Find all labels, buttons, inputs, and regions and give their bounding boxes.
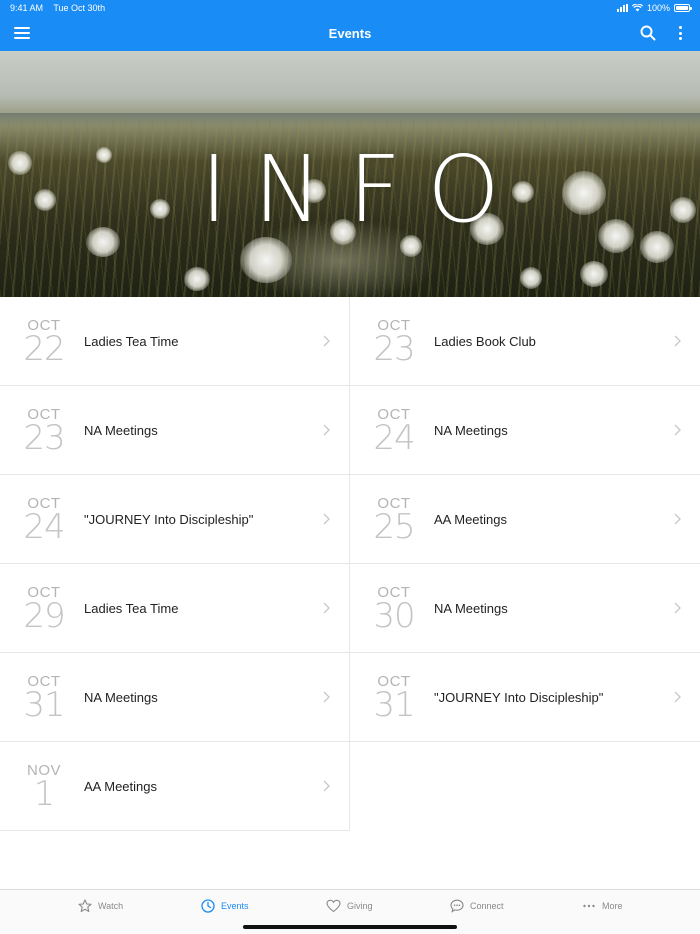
event-item[interactable]: OCT 25 AA Meetings — [350, 475, 700, 564]
clock-icon — [201, 899, 215, 913]
status-bar: 9:41 AM Tue Oct 30th 100% — [0, 0, 700, 16]
event-item[interactable]: OCT 22 Ladies Tea Time — [0, 297, 350, 386]
top-bar: 9:41 AM Tue Oct 30th 100% Events — [0, 0, 700, 51]
page-title: Events — [328, 26, 372, 41]
chevron-right-icon — [323, 513, 330, 525]
hero-banner: INFO — [0, 51, 700, 297]
event-item[interactable]: OCT 24 NA Meetings — [350, 386, 700, 475]
star-icon — [78, 899, 92, 913]
tab-label: Giving — [347, 901, 373, 911]
event-day: 23 — [373, 329, 415, 369]
event-day: 31 — [373, 685, 415, 725]
event-day: 1 — [33, 774, 56, 814]
tab-label: More — [602, 901, 623, 911]
event-day: 29 — [23, 596, 65, 636]
event-day: 24 — [373, 418, 415, 458]
cellular-signal-icon — [616, 4, 628, 12]
event-item[interactable]: OCT 29 Ladies Tea Time — [0, 564, 350, 653]
event-title: Ladies Tea Time — [84, 334, 179, 349]
event-item[interactable]: OCT 31 NA Meetings — [0, 653, 350, 742]
event-item[interactable]: OCT 30 NA Meetings — [350, 564, 700, 653]
chevron-right-icon — [323, 691, 330, 703]
chevron-right-icon — [323, 335, 330, 347]
ellipsis-icon — [583, 904, 595, 908]
status-time: 9:41 AM — [10, 3, 44, 13]
battery-icon — [674, 4, 692, 12]
event-title: Ladies Tea Time — [84, 601, 179, 616]
chevron-right-icon — [323, 424, 330, 436]
more-options-icon[interactable] — [676, 25, 684, 41]
event-title: AA Meetings — [84, 779, 157, 794]
heart-icon — [326, 899, 341, 913]
tab-events[interactable]: Events — [201, 899, 249, 913]
event-title: NA Meetings — [434, 601, 508, 616]
event-title: NA Meetings — [84, 423, 158, 438]
home-indicator — [243, 925, 457, 929]
event-item[interactable]: NOV 1 AA Meetings — [0, 742, 350, 831]
chat-bubble-icon — [450, 899, 464, 913]
chevron-right-icon — [323, 602, 330, 614]
event-title: "JOURNEY Into Discipleship" — [84, 512, 254, 527]
chevron-right-icon — [674, 691, 681, 703]
event-day: 23 — [23, 418, 65, 458]
tab-connect[interactable]: Connect — [450, 899, 504, 913]
event-item[interactable]: OCT 24 "JOURNEY Into Discipleship" — [0, 475, 350, 564]
tab-more[interactable]: More — [582, 899, 623, 913]
event-day: 25 — [373, 507, 415, 547]
status-date: Tue Oct 30th — [53, 3, 106, 13]
event-title: NA Meetings — [84, 690, 158, 705]
tab-giving[interactable]: Giving — [326, 899, 373, 913]
event-title: NA Meetings — [434, 423, 508, 438]
event-day: 31 — [23, 685, 65, 725]
event-day: 30 — [373, 596, 415, 636]
event-item[interactable]: OCT 31 "JOURNEY Into Discipleship" — [350, 653, 700, 742]
event-title: Ladies Book Club — [434, 334, 536, 349]
chevron-right-icon — [674, 424, 681, 436]
chevron-right-icon — [323, 780, 330, 792]
event-day: 22 — [23, 329, 65, 369]
tab-watch[interactable]: Watch — [78, 899, 123, 913]
event-item[interactable]: OCT 23 Ladies Book Club — [350, 297, 700, 386]
chevron-right-icon — [674, 602, 681, 614]
tab-label: Events — [221, 901, 249, 911]
chevron-right-icon — [674, 513, 681, 525]
event-item[interactable]: OCT 23 NA Meetings — [0, 386, 350, 475]
tab-label: Watch — [98, 901, 124, 911]
event-title: AA Meetings — [434, 512, 507, 527]
chevron-right-icon — [674, 335, 681, 347]
battery-percent: 100% — [646, 3, 670, 13]
hero-title: INFO — [200, 136, 526, 243]
event-day: 24 — [23, 507, 65, 547]
wifi-icon — [631, 4, 643, 12]
tab-label: Connect — [470, 901, 504, 911]
event-title: "JOURNEY Into Discipleship" — [434, 690, 604, 705]
search-icon[interactable] — [640, 25, 656, 41]
